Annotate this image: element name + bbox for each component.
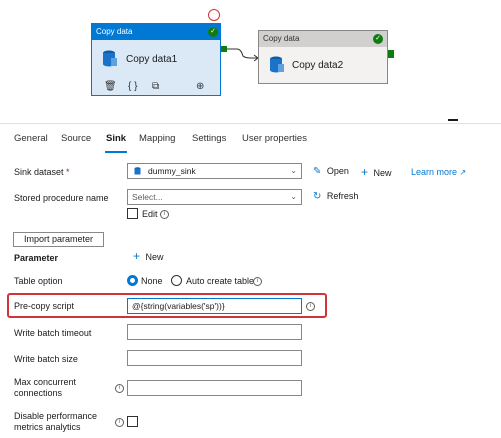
table-option-none-radio[interactable]: [127, 275, 138, 286]
code-icon[interactable]: { }: [128, 81, 137, 92]
edit-pencil-icon: ✎: [313, 166, 322, 177]
copy-icon[interactable]: ⧉: [152, 81, 159, 92]
learn-more-link[interactable]: Learn more ↗: [411, 167, 466, 177]
activity-header: Copy data: [92, 24, 220, 40]
tab-user-properties[interactable]: User properties: [242, 133, 307, 144]
canvas-divider: [0, 123, 501, 124]
database-icon: [270, 56, 284, 73]
precopy-script-input[interactable]: @{string(variables('sp'))}: [127, 298, 302, 314]
delete-icon[interactable]: 🗑: [104, 81, 117, 92]
tab-sink[interactable]: Sink: [106, 133, 126, 144]
active-tab-indicator: [105, 151, 127, 153]
output-port[interactable]: [388, 50, 394, 58]
write-size-input[interactable]: [127, 350, 302, 366]
add-output-icon[interactable]: ⊕: [196, 81, 204, 92]
chevron-down-icon: ⌄: [290, 192, 297, 201]
refresh-button[interactable]: ↻ Refresh: [313, 191, 358, 202]
plus-icon: +: [133, 249, 141, 263]
table-option-label: Table option: [14, 276, 63, 286]
table-option-auto-label: Auto create table: [186, 276, 255, 286]
stored-proc-label: Stored procedure name: [14, 193, 109, 203]
disable-perf-label: Disable performance metrics analytics: [14, 411, 98, 432]
activity-copy-data2[interactable]: Copy data ✓ Copy data2: [258, 30, 388, 84]
plus-icon: +: [361, 165, 369, 179]
dataset-icon: [134, 167, 141, 175]
database-icon: [103, 50, 117, 67]
write-timeout-label: Write batch timeout: [14, 328, 92, 338]
table-option-auto-radio[interactable]: [171, 275, 182, 286]
sink-dataset-label: Sink dataset *: [14, 167, 70, 177]
precopy-label: Pre-copy script: [14, 301, 75, 311]
write-size-label: Write batch size: [14, 354, 78, 364]
edit-checkbox[interactable]: [127, 208, 138, 219]
tab-settings[interactable]: Settings: [192, 133, 226, 144]
table-option-none-label: None: [141, 276, 163, 286]
external-link-icon: ↗: [459, 168, 467, 177]
import-parameter-button[interactable]: Import parameter: [13, 232, 104, 247]
sink-dataset-select[interactable]: dummy_sink ⌄: [127, 163, 302, 179]
info-icon: i: [253, 277, 262, 286]
annotation-circle: [208, 9, 220, 21]
tab-general[interactable]: General: [14, 133, 48, 144]
parameter-label: Parameter: [14, 253, 59, 263]
success-check-icon: ✓: [208, 27, 218, 37]
tab-source[interactable]: Source: [61, 133, 91, 144]
max-conn-label: Max concurrent connections: [14, 377, 77, 398]
success-check-icon: ✓: [373, 34, 383, 44]
open-button[interactable]: ✎ Open: [313, 166, 349, 177]
panel-resize-handle[interactable]: [448, 119, 458, 121]
info-icon: i: [115, 384, 124, 393]
sink-dataset-value: dummy_sink: [148, 166, 196, 176]
max-conn-input[interactable]: [127, 380, 302, 396]
chevron-down-icon: ⌄: [290, 166, 297, 175]
edit-label: Edit: [142, 209, 158, 219]
activity-header: Copy data: [259, 31, 387, 47]
new-parameter-button[interactable]: + New: [133, 249, 164, 263]
stored-proc-placeholder: Select...: [132, 192, 163, 202]
info-icon: i: [306, 302, 315, 311]
new-dataset-button[interactable]: + New: [361, 165, 392, 179]
disable-perf-checkbox[interactable]: [127, 416, 138, 427]
info-icon: i: [160, 210, 169, 219]
activity-name: Copy data2: [292, 60, 344, 71]
stored-proc-select[interactable]: Select... ⌄: [127, 189, 302, 205]
refresh-icon: ↻: [313, 191, 322, 202]
activity-copy-data1[interactable]: Copy data ✓ Copy data1 🗑 { } ⧉ ⊕: [91, 23, 221, 96]
info-icon: i: [115, 418, 124, 427]
activity-connector: [221, 46, 259, 62]
activity-name: Copy data1: [126, 54, 178, 65]
write-timeout-input[interactable]: [127, 324, 302, 340]
tab-mapping[interactable]: Mapping: [139, 133, 175, 144]
